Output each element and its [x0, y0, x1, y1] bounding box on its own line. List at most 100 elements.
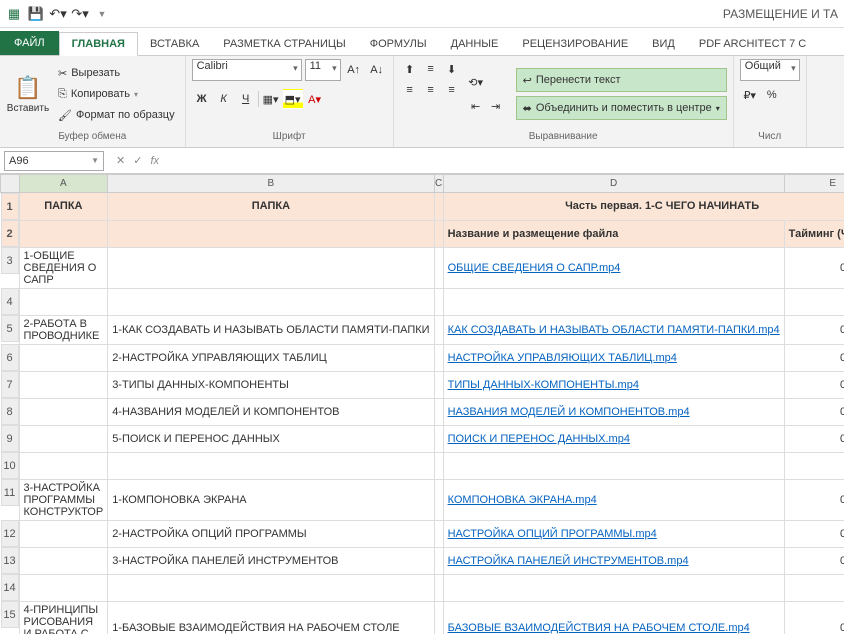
- tab-data[interactable]: ДАННЫЕ: [439, 33, 511, 55]
- cell[interactable]: 0:09:26: [784, 398, 844, 425]
- cell[interactable]: 0:10:02: [784, 425, 844, 452]
- cut-button[interactable]: ✂Вырезать: [54, 63, 179, 83]
- row-header[interactable]: 3: [1, 247, 19, 274]
- increase-font-icon[interactable]: A↑: [344, 60, 364, 80]
- row-header[interactable]: 11: [1, 479, 19, 506]
- cell[interactable]: ТИПЫ ДАННЫХ-КОМПОНЕНТЫ.mp4: [443, 371, 784, 398]
- align-center-icon[interactable]: ≡: [421, 80, 441, 100]
- cell[interactable]: [443, 288, 784, 315]
- cell[interactable]: 0:10:41: [784, 315, 844, 344]
- cell[interactable]: [434, 315, 443, 344]
- tab-page-layout[interactable]: РАЗМЕТКА СТРАНИЦЫ: [211, 33, 357, 55]
- cell[interactable]: 0:14:12: [784, 520, 844, 547]
- cell[interactable]: [434, 288, 443, 315]
- cell[interactable]: 5-ПОИСК И ПЕРЕНОС ДАННЫХ: [108, 425, 434, 452]
- save-icon[interactable]: 💾: [28, 6, 44, 22]
- cancel-icon[interactable]: ✕: [116, 154, 125, 167]
- cell[interactable]: [784, 574, 844, 601]
- align-bottom-icon[interactable]: ⬇: [442, 59, 462, 79]
- bold-button[interactable]: Ж: [192, 89, 212, 109]
- cell[interactable]: БАЗОВЫЕ ВЗАИМОДЕЙСТВИЯ НА РАБОЧЕМ СТОЛЕ.…: [443, 601, 784, 634]
- row-header[interactable]: 4: [1, 288, 19, 315]
- row-header[interactable]: 9: [1, 425, 19, 452]
- row-header[interactable]: 13: [1, 547, 19, 574]
- format-painter-button[interactable]: 🖌Формат по образцу: [54, 105, 179, 125]
- cell[interactable]: [19, 220, 108, 247]
- cell[interactable]: [108, 247, 434, 288]
- cell[interactable]: Название и размещение файла: [443, 220, 784, 247]
- cell[interactable]: [434, 574, 443, 601]
- cell[interactable]: 2-НАСТРОЙКА ОПЦИЙ ПРОГРАММЫ: [108, 520, 434, 547]
- cell[interactable]: [19, 425, 108, 452]
- cell[interactable]: [434, 371, 443, 398]
- cell[interactable]: ОБЩИЕ СВЕДЕНИЯ О САПР.mp4: [443, 247, 784, 288]
- file-link[interactable]: ОБЩИЕ СВЕДЕНИЯ О САПР.mp4: [448, 262, 621, 274]
- row-header[interactable]: 6: [1, 344, 19, 371]
- row-header[interactable]: 5: [1, 315, 19, 342]
- cell[interactable]: [434, 247, 443, 288]
- cell[interactable]: [19, 398, 108, 425]
- cell[interactable]: [784, 288, 844, 315]
- row-header[interactable]: 14: [1, 574, 19, 601]
- file-link[interactable]: БАЗОВЫЕ ВЗАИМОДЕЙСТВИЯ НА РАБОЧЕМ СТОЛЕ.…: [448, 622, 750, 634]
- cell[interactable]: [434, 520, 443, 547]
- file-link[interactable]: ПОИСК И ПЕРЕНОС ДАННЫХ.mp4: [448, 433, 630, 445]
- cell[interactable]: [108, 452, 434, 479]
- cell[interactable]: НАСТРОЙКА ОПЦИЙ ПРОГРАММЫ.mp4: [443, 520, 784, 547]
- font-size-select[interactable]: 11: [305, 59, 341, 81]
- row-header[interactable]: 8: [1, 398, 19, 425]
- cell[interactable]: [784, 452, 844, 479]
- cell[interactable]: [434, 425, 443, 452]
- cell[interactable]: 1-КАК СОЗДАВАТЬ И НАЗЫВАТЬ ОБЛАСТИ ПАМЯТ…: [108, 315, 434, 344]
- cell[interactable]: 0:06:02: [784, 479, 844, 520]
- tab-view[interactable]: ВИД: [640, 33, 687, 55]
- spreadsheet-grid[interactable]: ABCDE1ПАПКАПАПКАЧасть первая. 1-С ЧЕГО Н…: [0, 174, 844, 634]
- col-header-C[interactable]: C: [434, 175, 443, 193]
- file-link[interactable]: НАСТРОЙКА УПРАВЛЯЮЩИХ ТАБЛИЦ.mp4: [448, 352, 677, 364]
- cell[interactable]: [443, 574, 784, 601]
- tab-formulas[interactable]: ФОРМУЛЫ: [358, 33, 439, 55]
- borders-button[interactable]: ▦▾: [261, 89, 281, 109]
- cell[interactable]: [434, 547, 443, 574]
- file-link[interactable]: КОМПОНОВКА ЭКРАНА.mp4: [448, 494, 597, 506]
- row-header[interactable]: 12: [1, 520, 19, 547]
- cell[interactable]: Тайминг (Ч:М:С): [784, 220, 844, 247]
- col-header-A[interactable]: A: [19, 175, 108, 193]
- cell[interactable]: [434, 344, 443, 371]
- cell[interactable]: НАЗВАНИЯ МОДЕЛЕЙ И КОМПОНЕНТОВ.mp4: [443, 398, 784, 425]
- row-header[interactable]: 2: [1, 220, 19, 247]
- cell[interactable]: 0:07:51: [784, 247, 844, 288]
- cell[interactable]: [434, 479, 443, 520]
- row-header[interactable]: 7: [1, 371, 19, 398]
- cell[interactable]: 0:14:21: [784, 344, 844, 371]
- merge-center-button[interactable]: ⬌Объединить и поместить в центре▾: [516, 96, 727, 120]
- cell[interactable]: 3-НАСТРОЙКА ПАНЕЛЕЙ ИНСТРУМЕНТОВ: [108, 547, 434, 574]
- font-name-select[interactable]: Calibri: [192, 59, 302, 81]
- col-header-D[interactable]: D: [443, 175, 784, 193]
- enter-icon[interactable]: ✓: [133, 154, 142, 167]
- fx-icon[interactable]: fx: [150, 155, 159, 167]
- tab-review[interactable]: РЕЦЕНЗИРОВАНИЕ: [510, 33, 640, 55]
- align-middle-icon[interactable]: ≡: [421, 59, 441, 79]
- cell[interactable]: [443, 452, 784, 479]
- cell[interactable]: 0:08:41: [784, 371, 844, 398]
- file-link[interactable]: ТИПЫ ДАННЫХ-КОМПОНЕНТЫ.mp4: [448, 379, 639, 391]
- orientation-icon[interactable]: ⟲▾: [466, 72, 486, 92]
- cell[interactable]: 2-НАСТРОЙКА УПРАВЛЯЮЩИХ ТАБЛИЦ: [108, 344, 434, 371]
- cell[interactable]: 3-НАСТРОЙКА ПРОГРАММЫ КОНСТРУКТОР: [19, 479, 108, 520]
- cell[interactable]: [108, 574, 434, 601]
- cell[interactable]: [19, 520, 108, 547]
- cell[interactable]: [19, 288, 108, 315]
- cell[interactable]: ПОИСК И ПЕРЕНОС ДАННЫХ.mp4: [443, 425, 784, 452]
- cell[interactable]: 1-БАЗОВЫЕ ВЗАИМОДЕЙСТВИЯ НА РАБОЧЕМ СТОЛ…: [108, 601, 434, 634]
- cell[interactable]: [434, 398, 443, 425]
- tab-insert[interactable]: ВСТАВКА: [138, 33, 211, 55]
- col-header-E[interactable]: E: [784, 175, 844, 193]
- tab-home[interactable]: ГЛАВНАЯ: [59, 32, 138, 56]
- cell[interactable]: [108, 288, 434, 315]
- tab-pdf-architect[interactable]: PDF Architect 7 C: [687, 33, 818, 55]
- percent-icon[interactable]: %: [762, 85, 782, 105]
- cell[interactable]: [19, 371, 108, 398]
- align-left-icon[interactable]: ≡: [400, 80, 420, 100]
- cell[interactable]: 2-РАБОТА В ПРОВОДНИКЕ: [19, 315, 108, 344]
